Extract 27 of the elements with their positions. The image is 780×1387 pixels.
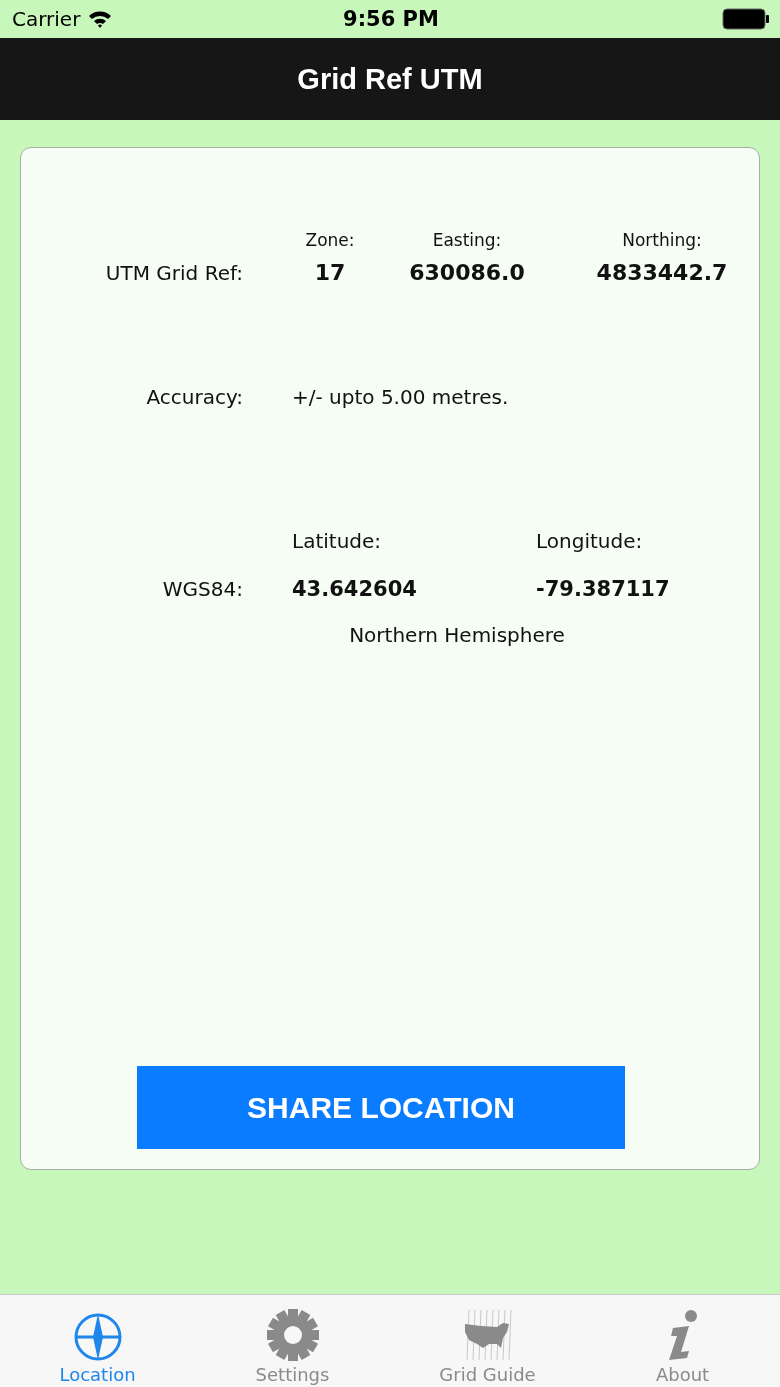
hemisphere-text: Northern Hemisphere xyxy=(349,623,565,647)
column-header: Easting: xyxy=(432,230,503,250)
carrier-text: Carrier xyxy=(12,7,81,31)
coordinate-value: -79.387117 xyxy=(535,577,671,601)
tab[interactable]: Location xyxy=(0,1295,195,1387)
screen-title: Grid Ref UTM xyxy=(297,62,483,96)
tab[interactable]: About xyxy=(585,1295,780,1387)
tab[interactable]: Settings xyxy=(195,1295,390,1387)
coordinate-value: 17 xyxy=(314,260,346,285)
coordinate-value: 4833442.7 xyxy=(596,260,728,285)
battery-icon xyxy=(722,8,770,30)
clock-time: 9:56 PM xyxy=(343,7,439,31)
share-location-button[interactable]: SHARE LOCATION xyxy=(137,1066,625,1149)
row-label: UTM Grid Ref: xyxy=(105,261,244,285)
column-header: Zone: xyxy=(305,230,355,250)
row-label: Accuracy: xyxy=(146,385,244,409)
wifi-icon xyxy=(88,10,113,28)
accuracy-value: +/- upto 5.00 metres. xyxy=(291,385,510,409)
column-header: Northing: xyxy=(622,230,702,250)
coordinate-value: 630086.0 xyxy=(409,260,525,285)
column-header: Longitude: xyxy=(535,529,644,553)
compass-icon xyxy=(72,1312,123,1362)
column-header: Latitude: xyxy=(291,529,383,553)
coordinate-value: 43.642604 xyxy=(291,577,418,601)
gear-icon xyxy=(265,1308,320,1362)
row-label: WGS84: xyxy=(162,577,244,601)
tab[interactable]: Grid Guide xyxy=(390,1295,585,1387)
